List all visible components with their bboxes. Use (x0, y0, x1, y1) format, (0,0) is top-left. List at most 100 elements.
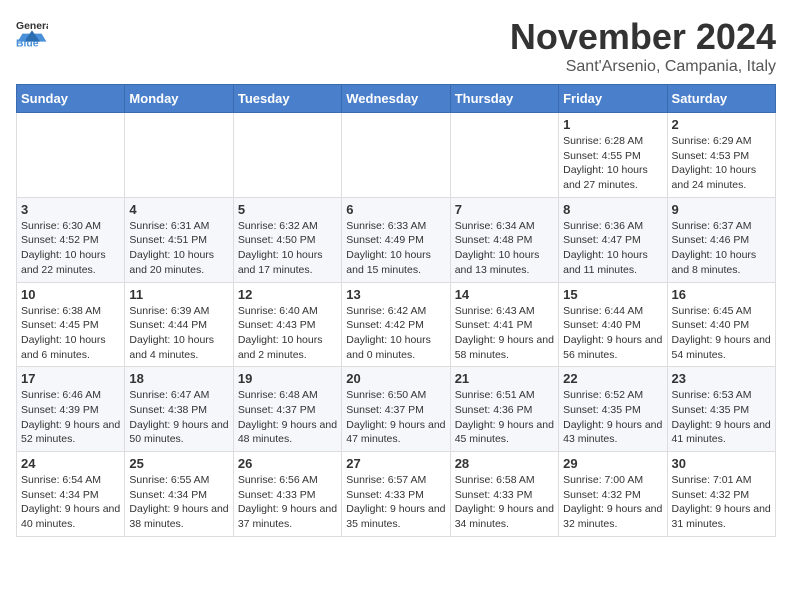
calendar-cell: 30 Sunrise: 7:01 AM Sunset: 4:32 PM Dayli… (667, 452, 775, 537)
header-cell-tuesday: Tuesday (233, 85, 341, 113)
day-info: Sunrise: 6:44 AM Sunset: 4:40 PM Dayligh… (563, 304, 662, 363)
day-info: Sunrise: 6:50 AM Sunset: 4:37 PM Dayligh… (346, 388, 445, 447)
day-info: Sunrise: 6:57 AM Sunset: 4:33 PM Dayligh… (346, 473, 445, 532)
calendar-cell: 28 Sunrise: 6:58 AM Sunset: 4:33 PM Dayli… (450, 452, 558, 537)
calendar-cell: 13Sunrise: 6:42 AM Sunset: 4:42 PM Dayli… (342, 282, 450, 367)
svg-text:Blue: Blue (16, 38, 39, 48)
header-cell-sunday: Sunday (17, 85, 125, 113)
calendar-cell: 25Sunrise: 6:55 AM Sunset: 4:34 PM Dayli… (125, 452, 233, 537)
calendar-cell: 1 Sunrise: 6:28 AM Sunset: 4:55 PM Daylig… (559, 113, 667, 198)
day-number: 16 (672, 287, 771, 302)
day-info: Sunrise: 6:46 AM Sunset: 4:39 PM Dayligh… (21, 388, 120, 447)
day-info: Sunrise: 6:54 AM Sunset: 4:34 PM Dayligh… (21, 473, 120, 532)
calendar-cell (342, 113, 450, 198)
day-info: Sunrise: 6:40 AM Sunset: 4:43 PM Dayligh… (238, 304, 337, 363)
day-number: 23 (672, 371, 771, 386)
day-info: Sunrise: 6:42 AM Sunset: 4:42 PM Dayligh… (346, 304, 445, 363)
day-info: Sunrise: 6:52 AM Sunset: 4:35 PM Dayligh… (563, 388, 662, 447)
day-number: 24 (21, 456, 120, 471)
day-number: 3 (21, 202, 120, 217)
day-number: 4 (129, 202, 228, 217)
day-info: Sunrise: 6:29 AM Sunset: 4:53 PM Dayligh… (672, 134, 771, 193)
day-number: 8 (563, 202, 662, 217)
day-info: Sunrise: 6:53 AM Sunset: 4:35 PM Dayligh… (672, 388, 771, 447)
day-number: 15 (563, 287, 662, 302)
calendar-week-1: 1 Sunrise: 6:28 AM Sunset: 4:55 PM Daylig… (17, 113, 776, 198)
day-number: 26 (238, 456, 337, 471)
day-info: Sunrise: 6:36 AM Sunset: 4:47 PM Dayligh… (563, 219, 662, 278)
calendar-week-2: 3 Sunrise: 6:30 AM Sunset: 4:52 PM Daylig… (17, 197, 776, 282)
day-info: Sunrise: 6:28 AM Sunset: 4:55 PM Dayligh… (563, 134, 662, 193)
calendar-cell: 7Sunrise: 6:34 AM Sunset: 4:48 PM Daylig… (450, 197, 558, 282)
calendar-table: SundayMondayTuesdayWednesdayThursdayFrid… (16, 84, 776, 537)
title-area: November 2024 Sant'Arsenio, Campania, It… (510, 16, 776, 76)
calendar-cell: 5Sunrise: 6:32 AM Sunset: 4:50 PM Daylig… (233, 197, 341, 282)
day-number: 2 (672, 117, 771, 132)
header: General Blue November 2024 Sant'Arsenio,… (16, 16, 776, 76)
day-number: 10 (21, 287, 120, 302)
day-number: 1 (563, 117, 662, 132)
calendar-week-5: 24 Sunrise: 6:54 AM Sunset: 4:34 PM Dayli… (17, 452, 776, 537)
calendar-header-row: SundayMondayTuesdayWednesdayThursdayFrid… (17, 85, 776, 113)
calendar-cell: 3 Sunrise: 6:30 AM Sunset: 4:52 PM Daylig… (17, 197, 125, 282)
calendar-cell: 4 Sunrise: 6:31 AM Sunset: 4:51 PM Daylig… (125, 197, 233, 282)
day-info: Sunrise: 6:43 AM Sunset: 4:41 PM Dayligh… (455, 304, 554, 363)
day-info: Sunrise: 6:32 AM Sunset: 4:50 PM Dayligh… (238, 219, 337, 278)
logo-icon: General Blue (16, 16, 48, 48)
calendar-week-4: 17 Sunrise: 6:46 AM Sunset: 4:39 PM Dayli… (17, 367, 776, 452)
day-number: 11 (129, 287, 228, 302)
calendar-cell: 11 Sunrise: 6:39 AM Sunset: 4:44 PM Dayli… (125, 282, 233, 367)
calendar-cell: 2 Sunrise: 6:29 AM Sunset: 4:53 PM Daylig… (667, 113, 775, 198)
calendar-cell: 15 Sunrise: 6:44 AM Sunset: 4:40 PM Dayli… (559, 282, 667, 367)
calendar-cell: 20Sunrise: 6:50 AM Sunset: 4:37 PM Dayli… (342, 367, 450, 452)
day-info: Sunrise: 6:45 AM Sunset: 4:40 PM Dayligh… (672, 304, 771, 363)
header-cell-saturday: Saturday (667, 85, 775, 113)
calendar-cell (17, 113, 125, 198)
day-number: 17 (21, 371, 120, 386)
day-info: Sunrise: 6:37 AM Sunset: 4:46 PM Dayligh… (672, 219, 771, 278)
day-number: 14 (455, 287, 554, 302)
calendar-cell: 21Sunrise: 6:51 AM Sunset: 4:36 PM Dayli… (450, 367, 558, 452)
calendar-cell: 27Sunrise: 6:57 AM Sunset: 4:33 PM Dayli… (342, 452, 450, 537)
day-info: Sunrise: 6:39 AM Sunset: 4:44 PM Dayligh… (129, 304, 228, 363)
day-info: Sunrise: 6:56 AM Sunset: 4:33 PM Dayligh… (238, 473, 337, 532)
day-number: 28 (455, 456, 554, 471)
day-info: Sunrise: 6:58 AM Sunset: 4:33 PM Dayligh… (455, 473, 554, 532)
calendar-cell (125, 113, 233, 198)
calendar-cell (233, 113, 341, 198)
day-info: Sunrise: 6:34 AM Sunset: 4:48 PM Dayligh… (455, 219, 554, 278)
calendar-cell: 24 Sunrise: 6:54 AM Sunset: 4:34 PM Dayli… (17, 452, 125, 537)
day-number: 22 (563, 371, 662, 386)
month-title: November 2024 (510, 16, 776, 58)
calendar-cell: 9 Sunrise: 6:37 AM Sunset: 4:46 PM Daylig… (667, 197, 775, 282)
day-info: Sunrise: 7:00 AM Sunset: 4:32 PM Dayligh… (563, 473, 662, 532)
calendar-cell: 14 Sunrise: 6:43 AM Sunset: 4:41 PM Dayli… (450, 282, 558, 367)
calendar-cell: 17 Sunrise: 6:46 AM Sunset: 4:39 PM Dayli… (17, 367, 125, 452)
calendar-cell: 23 Sunrise: 6:53 AM Sunset: 4:35 PM Dayli… (667, 367, 775, 452)
day-info: Sunrise: 6:33 AM Sunset: 4:49 PM Dayligh… (346, 219, 445, 278)
calendar-week-3: 10 Sunrise: 6:38 AM Sunset: 4:45 PM Dayli… (17, 282, 776, 367)
day-number: 19 (238, 371, 337, 386)
calendar-cell: 10 Sunrise: 6:38 AM Sunset: 4:45 PM Dayli… (17, 282, 125, 367)
day-number: 30 (672, 456, 771, 471)
location-subtitle: Sant'Arsenio, Campania, Italy (510, 58, 776, 76)
header-cell-wednesday: Wednesday (342, 85, 450, 113)
calendar-cell: 26 Sunrise: 6:56 AM Sunset: 4:33 PM Dayli… (233, 452, 341, 537)
day-number: 18 (129, 371, 228, 386)
day-number: 21 (455, 371, 554, 386)
calendar-cell (450, 113, 558, 198)
logo: General Blue (16, 16, 48, 48)
day-info: Sunrise: 6:30 AM Sunset: 4:52 PM Dayligh… (21, 219, 120, 278)
calendar-body: 1 Sunrise: 6:28 AM Sunset: 4:55 PM Daylig… (17, 113, 776, 537)
day-info: Sunrise: 6:31 AM Sunset: 4:51 PM Dayligh… (129, 219, 228, 278)
day-info: Sunrise: 6:38 AM Sunset: 4:45 PM Dayligh… (21, 304, 120, 363)
calendar-cell: 16 Sunrise: 6:45 AM Sunset: 4:40 PM Dayli… (667, 282, 775, 367)
day-number: 25 (129, 456, 228, 471)
day-number: 12 (238, 287, 337, 302)
svg-text:General: General (16, 21, 48, 32)
day-number: 29 (563, 456, 662, 471)
header-cell-friday: Friday (559, 85, 667, 113)
day-info: Sunrise: 7:01 AM Sunset: 4:32 PM Dayligh… (672, 473, 771, 532)
day-number: 9 (672, 202, 771, 217)
day-info: Sunrise: 6:48 AM Sunset: 4:37 PM Dayligh… (238, 388, 337, 447)
